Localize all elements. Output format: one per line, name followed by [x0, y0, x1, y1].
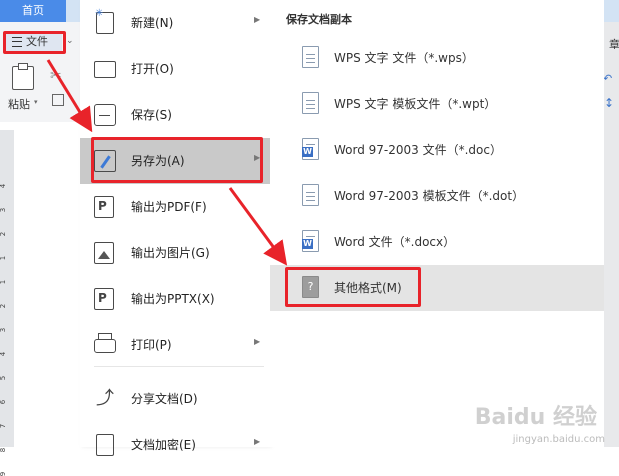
ruler-mark: 8 — [0, 447, 8, 453]
ruler-mark: 9 — [0, 471, 8, 476]
annotation-arrows — [46, 59, 288, 266]
watermark-url: jingyan.baidu.com — [512, 434, 605, 445]
arrow-file-to-save-as — [46, 59, 93, 133]
watermark-logo: Baidu 经验 — [474, 405, 597, 430]
arrow-save-as-to-other — [228, 187, 288, 266]
